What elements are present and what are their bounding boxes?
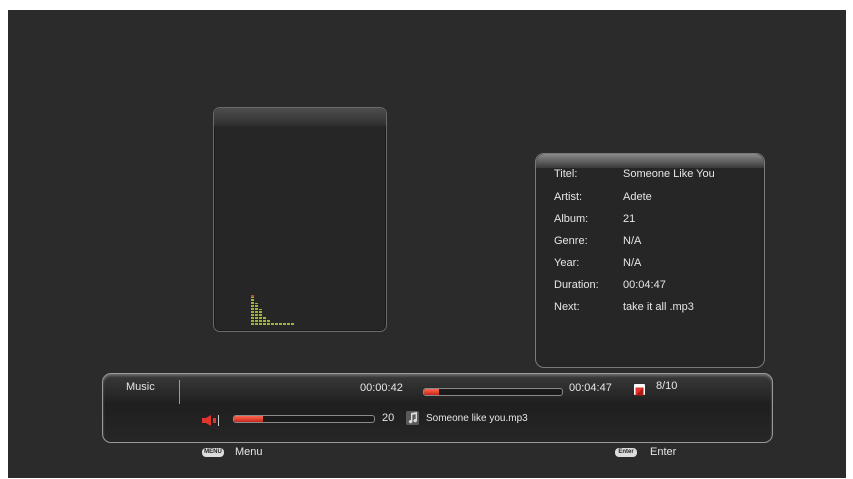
info-value: N/A bbox=[623, 257, 642, 269]
info-label: Next: bbox=[554, 301, 580, 313]
info-row-genre: Genre: N/A bbox=[554, 235, 641, 249]
volume-bar-fill bbox=[234, 416, 264, 422]
tv-screen: Titel: Someone Like You Artist: Adete Albu… bbox=[8, 10, 846, 478]
spectrum-bar bbox=[291, 323, 294, 325]
spectrum-bar bbox=[279, 323, 282, 325]
info-label: Year: bbox=[554, 257, 580, 269]
info-value: 00:04:47 bbox=[623, 279, 666, 291]
total-time: 00:04:47 bbox=[569, 382, 612, 394]
enter-key-chip: Enter bbox=[615, 448, 637, 457]
volume-value: 20 bbox=[382, 412, 395, 424]
section-label: Music bbox=[126, 381, 155, 393]
info-row-artist: Artist: Adete bbox=[554, 191, 652, 205]
spectrum-analyzer bbox=[251, 285, 294, 325]
current-filename: Someone like you.mp3 bbox=[426, 413, 528, 424]
info-row-title: Titel: Someone Like You bbox=[554, 168, 715, 182]
info-value: Adete bbox=[623, 191, 652, 203]
playlist-icon[interactable] bbox=[634, 384, 645, 396]
spectrum-bar bbox=[251, 295, 254, 325]
music-note-icon bbox=[406, 411, 419, 425]
spectrum-bar bbox=[283, 323, 286, 325]
info-value: N/A bbox=[623, 235, 642, 247]
info-label: Duration: bbox=[554, 279, 599, 291]
track-info-panel-header bbox=[536, 154, 764, 168]
spectrum-bar bbox=[287, 323, 290, 325]
menu-key-chip: MENU bbox=[202, 448, 224, 457]
track-info-panel: Titel: Someone Like You Artist: Adete Albu… bbox=[535, 153, 765, 368]
info-row-album: Album: 21 bbox=[554, 213, 635, 227]
section-divider bbox=[179, 380, 180, 404]
spectrum-bar bbox=[255, 303, 258, 325]
spectrum-bar bbox=[259, 309, 262, 325]
volume-bar[interactable] bbox=[233, 415, 375, 423]
info-row-year: Year: N/A bbox=[554, 257, 641, 271]
info-label: Artist: bbox=[554, 191, 583, 203]
menu-hint-label[interactable]: Menu bbox=[235, 446, 263, 458]
info-label: Album: bbox=[554, 213, 589, 225]
spectrum-bar bbox=[271, 322, 274, 325]
elapsed-time: 00:00:42 bbox=[360, 382, 403, 394]
spectrum-bar bbox=[267, 320, 270, 325]
info-value: take it all .mp3 bbox=[623, 301, 694, 313]
info-label: Genre: bbox=[554, 235, 588, 247]
info-value: 21 bbox=[623, 213, 636, 225]
seek-bar[interactable] bbox=[423, 388, 563, 396]
visualizer-panel bbox=[213, 107, 387, 332]
info-label: Titel: bbox=[554, 168, 578, 180]
info-row-next: Next: take it all .mp3 bbox=[554, 301, 694, 315]
enter-hint-label[interactable]: Enter bbox=[650, 446, 676, 458]
info-value: Someone Like You bbox=[623, 168, 715, 180]
speaker-icon[interactable] bbox=[202, 413, 220, 426]
spectrum-bar bbox=[263, 316, 266, 325]
track-position: 8/10 bbox=[656, 380, 678, 392]
visualizer-panel-header bbox=[214, 108, 386, 126]
seek-bar-fill bbox=[424, 389, 440, 395]
info-row-duration: Duration: 00:04:47 bbox=[554, 279, 666, 293]
spectrum-bar bbox=[275, 323, 278, 325]
